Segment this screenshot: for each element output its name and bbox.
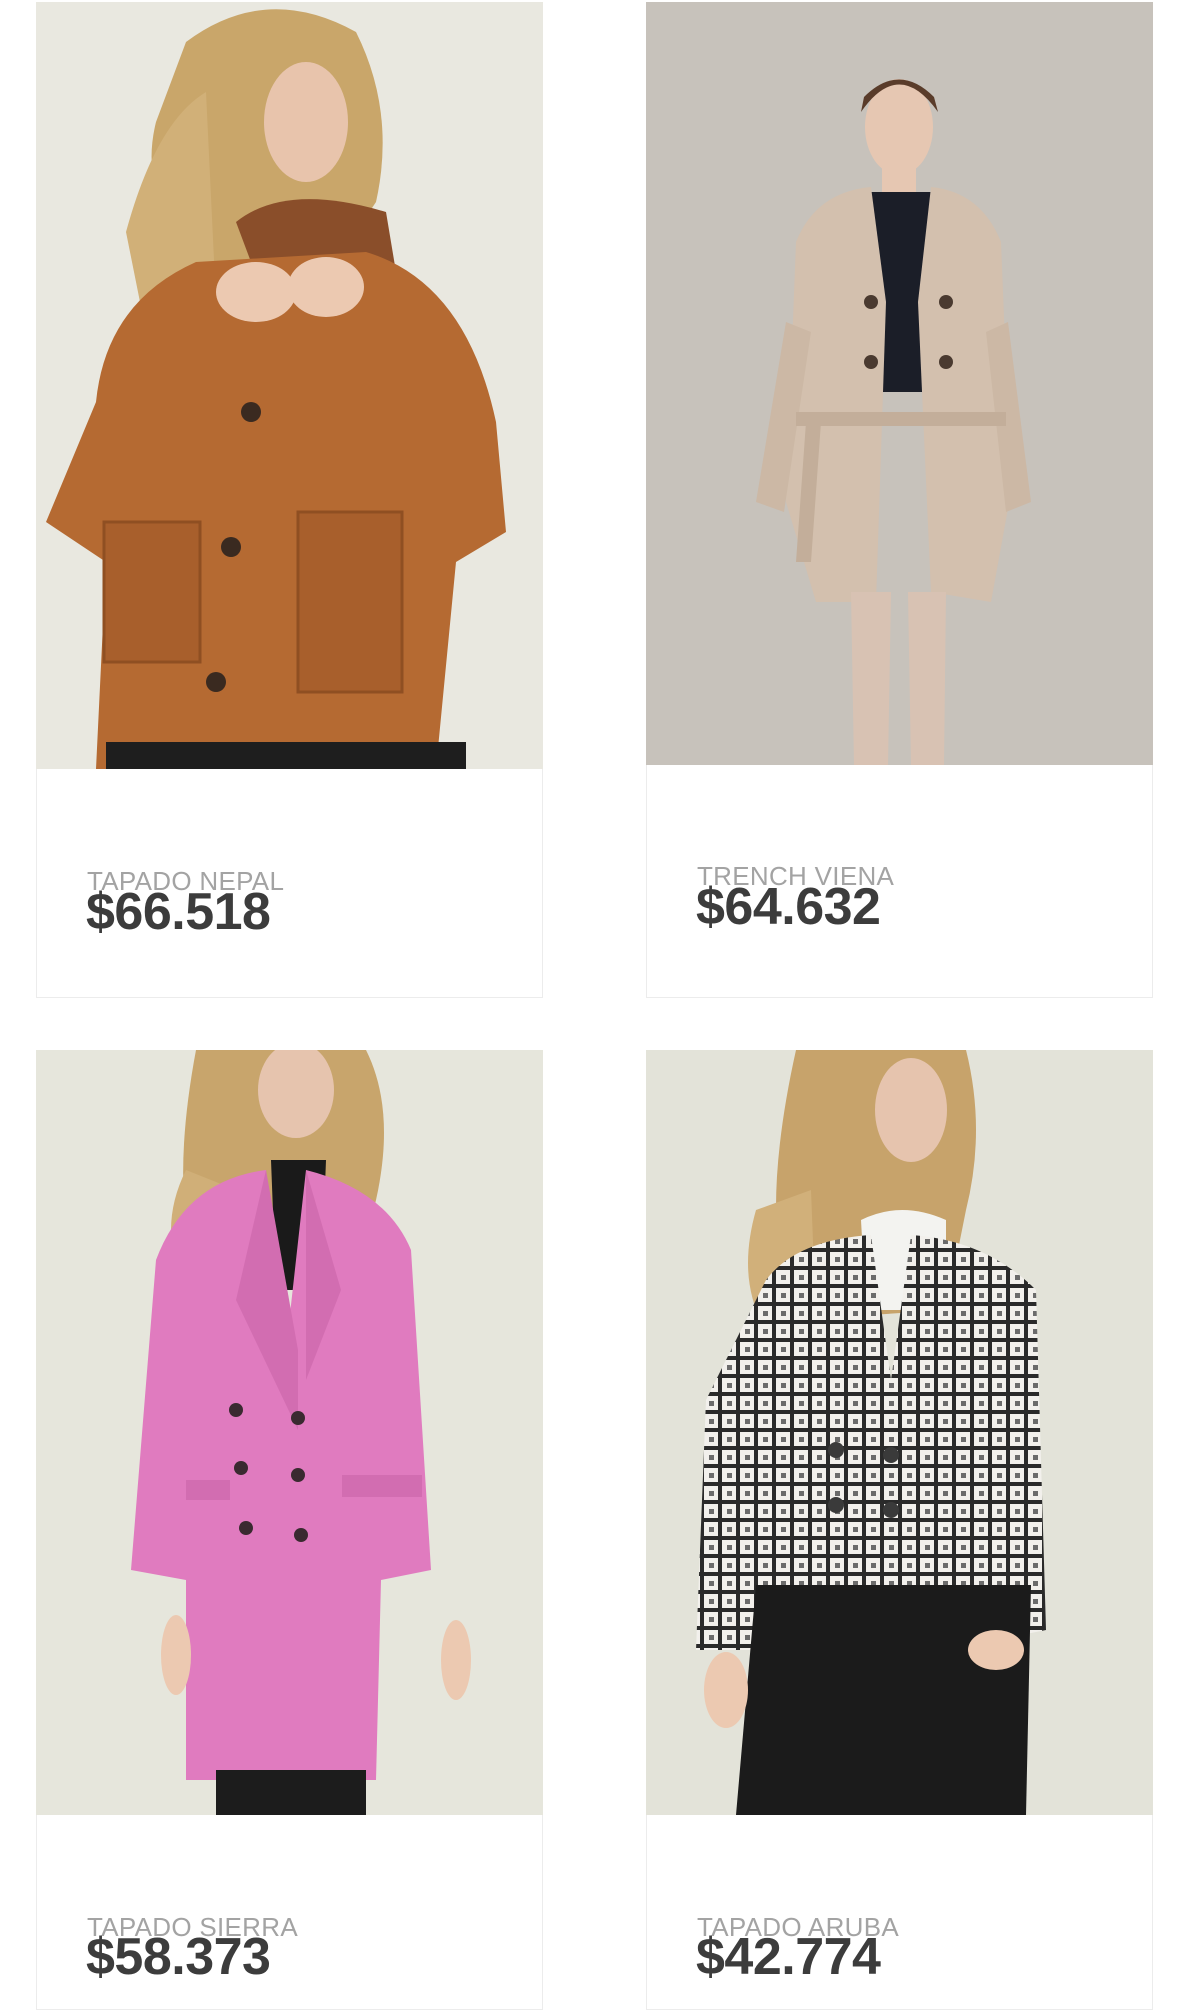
product-price: $42.774: [696, 1928, 881, 1986]
product-card[interactable]: TAPADO SIERRA $58.373: [36, 1050, 543, 2010]
product-image[interactable]: [36, 1050, 543, 1815]
product-price: $66.518: [86, 883, 271, 941]
product-grid: TAPADO NEPAL $66.518 TRENCH VIENA $64.63…: [0, 0, 1186, 2010]
product-price: $64.632: [696, 878, 881, 936]
product-card[interactable]: TAPADO NEPAL $66.518: [36, 2, 543, 998]
product-image[interactable]: [36, 2, 543, 769]
product-card[interactable]: TRENCH VIENA $64.632: [646, 2, 1153, 998]
product-card[interactable]: TAPADO ARUBA $42.774: [646, 1050, 1153, 2010]
product-price: $58.373: [86, 1928, 271, 1986]
product-image[interactable]: [646, 1050, 1153, 1815]
product-image[interactable]: [646, 2, 1153, 765]
